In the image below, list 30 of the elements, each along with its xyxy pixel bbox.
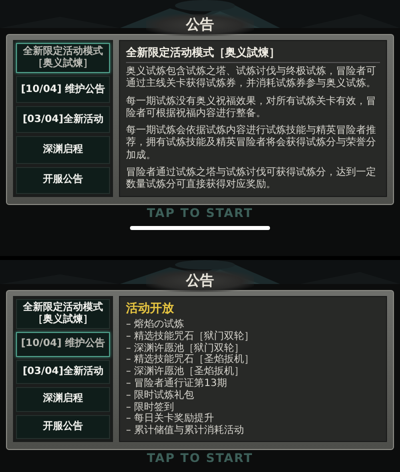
sidebar-tab[interactable]: 开服公告: [16, 166, 110, 194]
list-item: – 深渊许愿池［狱门双轮］: [126, 342, 246, 354]
sidebar-tab[interactable]: [03/04]全新活动: [16, 106, 110, 134]
list-heading: 活动开放: [126, 301, 175, 316]
sidebar-tab[interactable]: 全新限定活动模式［奥义試煉］: [16, 43, 110, 73]
paragraph: 每一期试炼会依据试炼内容进行试炼技能与精英冒险者推荐，拥有试炼技能及精英冒险者将会获得试炼分与荣誉分加成。: [126, 125, 377, 162]
sidebar-tab[interactable]: [03/04]全新活动: [16, 360, 110, 384]
list-item: – 熔焰の试炼: [126, 319, 186, 330]
paragraph: 冒险者通过试炼之塔与试炼讨伐可获得试炼分，达到一定数量试炼分可直接获得对应奖励。: [126, 167, 377, 192]
sidebar-tab[interactable]: 全新限定活动模式［奥义試煉］: [16, 299, 110, 329]
list-item: – 精选技能咒石［圣焰扳机］: [126, 354, 256, 366]
article-heading: 全新限定活动模式［奥义試煉］: [126, 45, 380, 63]
list-item: – 深渊许愿池［圣焰扳机］: [126, 366, 246, 378]
sidebar-tab[interactable]: [10/04] 维护公告: [16, 76, 110, 104]
list-item: – 累计储值与累计消耗活动: [126, 425, 246, 437]
panel-title: 公告: [146, 14, 254, 36]
sidebar-tab[interactable]: 开服公告: [16, 414, 110, 439]
sidebar-tab[interactable]: [10/04] 维护公告: [16, 332, 110, 356]
tap-to-start-text: TAP TO START: [146, 206, 254, 221]
tap-to-start-text: TAP TO START: [146, 450, 254, 466]
list-item: – 限时签到: [126, 402, 174, 413]
sidebar-tab[interactable]: 深渊启程: [16, 387, 110, 412]
panel-title: 公告: [146, 270, 254, 292]
sidebar-tab[interactable]: 深渊启程: [16, 136, 110, 164]
list-item: – 精选技能咒石［狱门双轮］: [126, 330, 256, 342]
list-item: – 限时试炼礼包: [126, 390, 196, 402]
list-item: – 冒险者通行证第13期: [126, 378, 228, 390]
list-item: – 每日关卡奖励提升: [126, 413, 216, 424]
paragraph: 奥义试炼包含试炼之塔、试炼讨伐与终极试炼，冒险者可通过主线关卡获得试炼券，并消耗试炼券参与奥义试炼。: [126, 66, 377, 91]
paragraph: 每一期试炼没有奥义祝福效果，对所有试炼关卡有效，冒险者可根据祝福内容进行整备。: [126, 96, 377, 120]
